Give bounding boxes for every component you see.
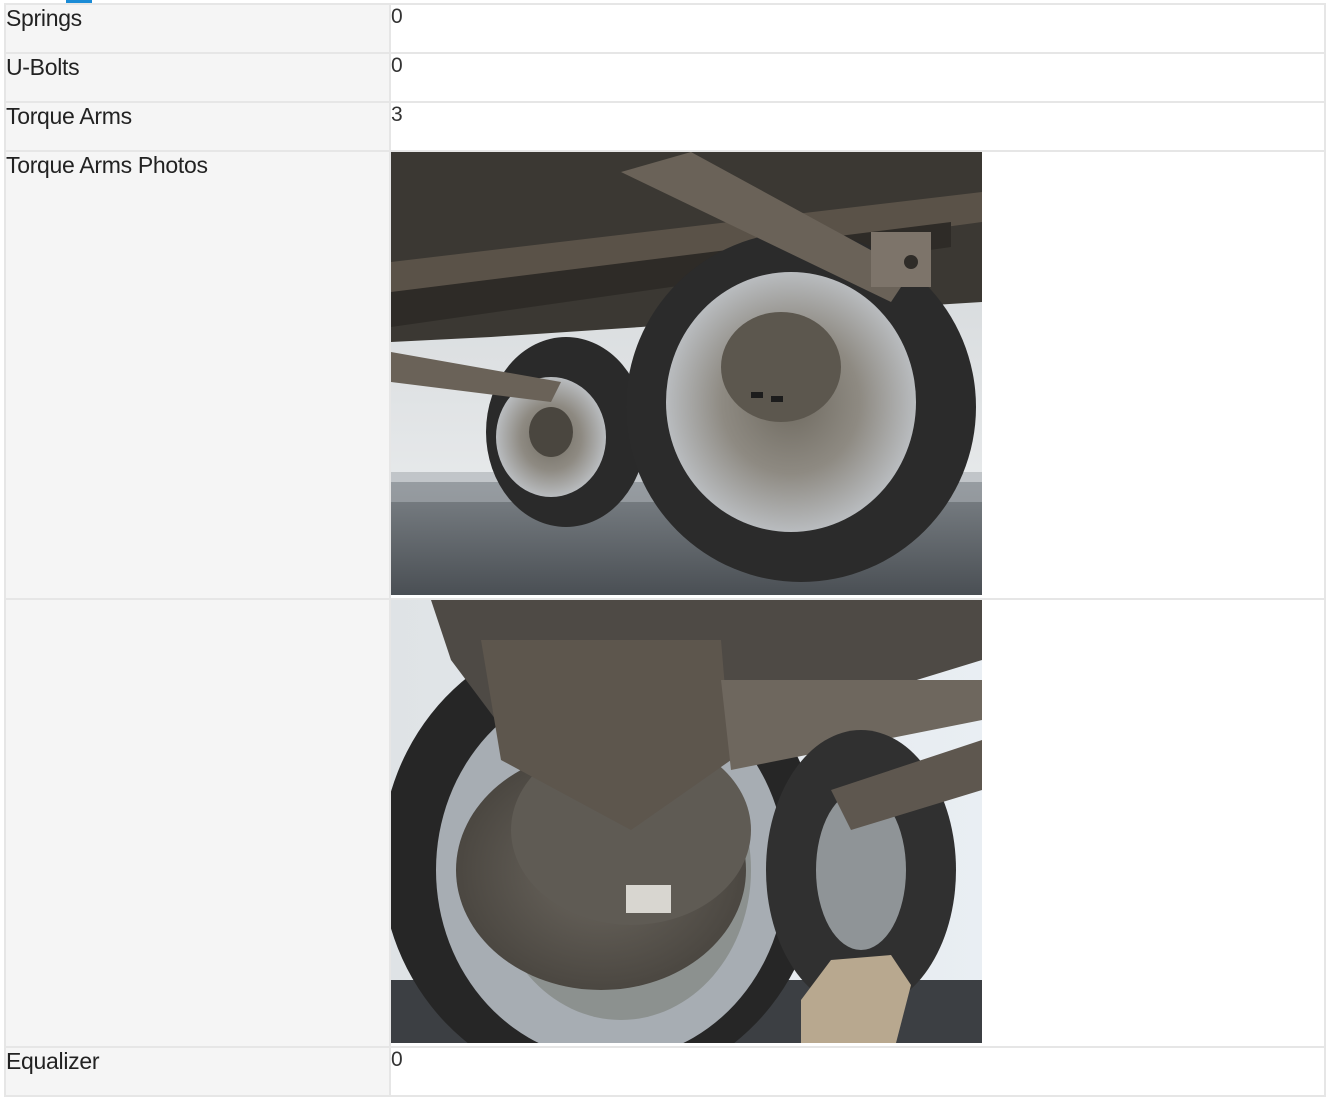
table-row-torque-arms: Torque Arms 3 xyxy=(4,101,1326,152)
photo-cell xyxy=(389,150,1326,600)
row-label: Equalizer xyxy=(4,1046,391,1097)
inspection-table: Springs 0 U-Bolts 0 Torque Arms 3 Torque… xyxy=(4,3,1326,1097)
table-row-equalizer: Equalizer 0 xyxy=(4,1046,1326,1097)
row-label: Torque Arms Photos xyxy=(4,150,391,600)
row-value: 3 xyxy=(389,101,1326,152)
table-row-springs: Springs 0 xyxy=(4,3,1326,54)
photo-cell xyxy=(389,598,1326,1048)
row-value: 0 xyxy=(389,52,1326,103)
row-value: 0 xyxy=(389,3,1326,54)
row-label: Springs xyxy=(4,3,391,54)
row-value: 0 xyxy=(389,1046,1326,1097)
table-row-photos-continued xyxy=(4,598,1326,1048)
trailer-undercarriage-photo-2[interactable] xyxy=(391,600,982,1043)
row-label: U-Bolts xyxy=(4,52,391,103)
table-row-u-bolts: U-Bolts 0 xyxy=(4,52,1326,103)
row-label: Torque Arms xyxy=(4,101,391,152)
row-label xyxy=(4,598,391,1048)
trailer-undercarriage-photo-1[interactable] xyxy=(391,152,982,595)
table-row-torque-arms-photos: Torque Arms Photos xyxy=(4,150,1326,600)
